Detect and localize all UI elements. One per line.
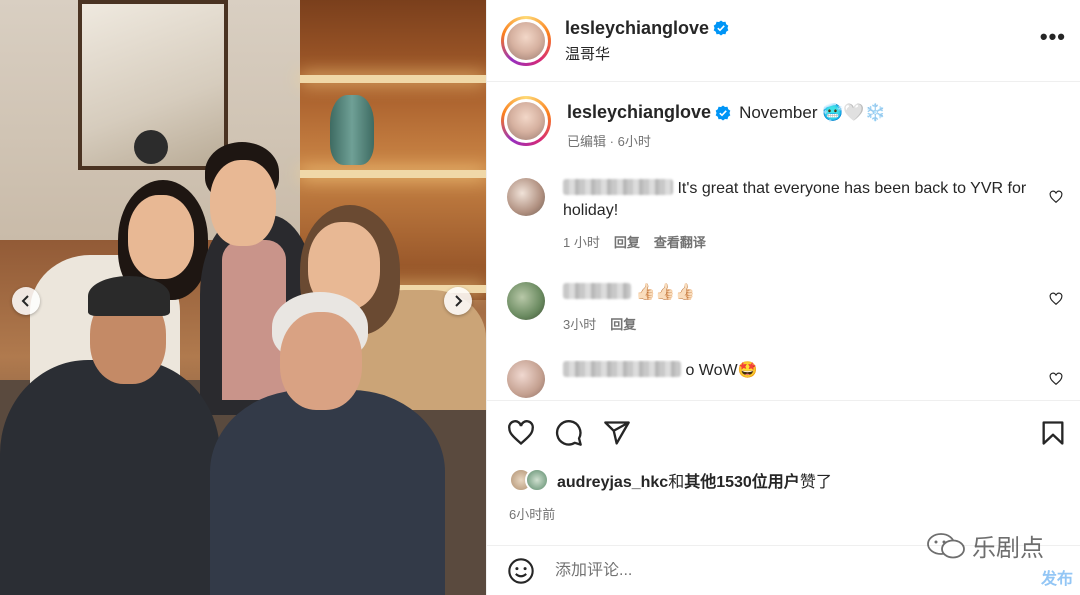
divider (487, 400, 1080, 401)
verified-badge-icon (715, 105, 731, 120)
comment-text-row: It's great that everyone has been back t… (563, 178, 1033, 222)
post-action-bar (507, 418, 1067, 448)
prev-photo-button[interactable] (12, 287, 40, 315)
likes-connector: 和 (668, 474, 685, 491)
comment-text-row: 👍🏻👍🏻👍🏻 (563, 282, 1033, 304)
comment-actions: 3小时 回复 (563, 314, 1033, 333)
avatar-image (504, 18, 548, 63)
chevron-left-icon (21, 295, 29, 307)
photo-vase (330, 95, 374, 165)
author-username[interactable]: lesleychianglove (565, 18, 709, 39)
wechat-logo-icon (927, 532, 965, 558)
comment-body: 👍🏻👍🏻👍🏻 3小时 回复 (563, 282, 1033, 333)
blurred-username (563, 179, 673, 195)
comment-item: o WoW🤩 (507, 360, 1067, 398)
watermark-text: 乐剧点 (972, 535, 1044, 562)
comment-actions: 1 小时 回复 查看翻译 (563, 232, 1033, 251)
more-options-button[interactable]: ••• (1040, 24, 1066, 58)
comment-like-heart-icon[interactable] (1049, 190, 1063, 204)
photo-person-face (280, 312, 362, 410)
caption-subline: 已编辑 · 6小时 (567, 131, 886, 150)
avatar-image (504, 99, 548, 143)
share-icon[interactable] (603, 419, 631, 447)
chevron-right-icon (455, 295, 463, 307)
comment-like-heart-icon[interactable] (1049, 292, 1063, 306)
liker-username[interactable]: audreyjas_hkc (557, 474, 668, 491)
post-view: lesleychianglove 温哥华 ••• lesleychianglov… (0, 0, 1080, 595)
other-likers-link[interactable]: 其他1530位用户 (684, 474, 800, 491)
edited-label: 已编辑 (567, 134, 607, 149)
caption-line: lesleychianglove November 🥶🤍❄️ (567, 102, 886, 123)
comment-item: It's great that everyone has been back t… (507, 178, 1067, 251)
comment-text: o WoW🤩 (685, 362, 758, 379)
photo-person-face (128, 195, 194, 279)
caption-time[interactable]: 6小时 (618, 134, 651, 149)
comment-item: 👍🏻👍🏻👍🏻 3小时 回复 (507, 282, 1067, 333)
caption-username[interactable]: lesleychianglove (567, 102, 711, 123)
post-photo[interactable] (0, 0, 486, 595)
commenter-avatar[interactable] (507, 360, 545, 398)
comment-text-row: o WoW🤩 (563, 360, 1033, 382)
next-photo-button[interactable] (444, 287, 472, 315)
likes-suffix: 赞了 (799, 474, 832, 491)
comment-icon[interactable] (555, 419, 583, 447)
photo-person (0, 360, 220, 595)
author-avatar[interactable] (501, 15, 551, 66)
smiley-icon[interactable] (507, 557, 535, 585)
likes-text: audreyjas_hkc和其他1530位用户赞了 (557, 468, 832, 492)
post-header: lesleychianglove 温哥华 ••• (487, 0, 1080, 82)
reply-button[interactable]: 回复 (610, 314, 636, 333)
comment-time: 3小时 (563, 317, 597, 332)
blurred-username (563, 283, 631, 299)
post-timestamp[interactable]: 6小时前 (509, 504, 555, 523)
comment-like-heart-icon[interactable] (1049, 372, 1063, 386)
comment-body: o WoW🤩 (563, 360, 1033, 398)
photo-shelf-board (300, 75, 486, 83)
watermark: 乐剧点 (926, 528, 1044, 563)
post-location[interactable]: 温哥华 (565, 43, 729, 64)
commenter-avatar[interactable] (507, 282, 545, 320)
commenter-avatar[interactable] (507, 178, 545, 216)
post-comment-button[interactable]: 发布 (1041, 565, 1073, 589)
liker-avatar[interactable] (525, 468, 549, 492)
author-username-row: lesleychianglove (565, 18, 729, 39)
comment-text: 👍🏻👍🏻👍🏻 (635, 284, 696, 301)
heart-icon[interactable] (507, 419, 535, 447)
blurred-username (563, 361, 681, 377)
caption-avatar[interactable] (501, 96, 551, 146)
reply-button[interactable]: 回复 (614, 232, 640, 251)
separator: · (609, 134, 614, 149)
bookmark-icon[interactable] (1039, 419, 1067, 447)
photo-person-face (210, 160, 276, 246)
photo-person (210, 390, 445, 595)
comment-time: 1 小时 (563, 235, 600, 250)
verified-badge-icon (713, 20, 729, 36)
caption-text: November 🥶🤍❄️ (739, 102, 886, 122)
post-caption: lesleychianglove November 🥶🤍❄️ 已编辑 · 6小时 (501, 96, 886, 150)
post-details-panel: lesleychianglove 温哥华 ••• lesleychianglov… (486, 0, 1080, 595)
photo-painting (78, 0, 228, 170)
likes-summary: audreyjas_hkc和其他1530位用户赞了 (509, 468, 832, 492)
caption-meta: lesleychianglove November 🥶🤍❄️ 已编辑 · 6小时 (567, 102, 886, 150)
comment-body: It's great that everyone has been back t… (563, 178, 1033, 251)
see-translation-button[interactable]: 查看翻译 (654, 232, 706, 251)
author-meta: lesleychianglove 温哥华 (565, 18, 729, 64)
photo-shelf-board (300, 170, 486, 178)
comment-input[interactable] (555, 561, 915, 580)
photo-person-cap (88, 276, 170, 316)
